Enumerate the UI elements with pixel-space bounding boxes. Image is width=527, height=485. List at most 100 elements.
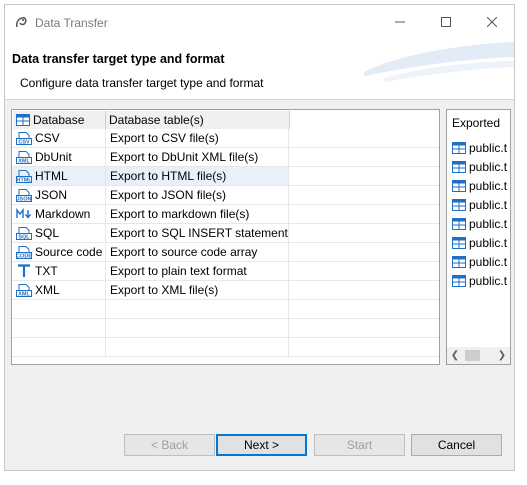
exported-item[interactable]: public.t xyxy=(452,233,507,252)
exported-item[interactable]: public.t xyxy=(452,195,507,214)
exported-item[interactable]: public.t xyxy=(452,252,507,271)
format-description[interactable]: Export to SQL INSERT statements xyxy=(106,224,289,243)
table-row[interactable]: SQL SQL Export to SQL INSERT statements xyxy=(12,224,439,243)
format-description[interactable]: Export to DbUnit XML file(s) xyxy=(106,148,289,167)
exported-item[interactable]: public.t xyxy=(452,176,507,195)
exported-item-label: public.t xyxy=(469,273,508,288)
format-name-cell[interactable]: XML XML xyxy=(12,281,106,300)
table-row[interactable]: JSON JSON Export to JSON file(s) xyxy=(12,186,439,205)
exported-item[interactable]: public.t xyxy=(452,157,507,176)
table-row[interactable]: CODE Source code Export to source code arr… xyxy=(12,243,439,262)
table-icon xyxy=(452,255,466,268)
table-row[interactable]: TXT Export to plain text format xyxy=(12,262,439,281)
format-description[interactable]: Export to plain text format xyxy=(106,262,289,281)
format-description[interactable]: Export to source code array xyxy=(106,243,289,262)
back-button[interactable]: < Back xyxy=(124,434,215,456)
window-title: Data Transfer xyxy=(35,16,108,30)
start-button[interactable]: Start xyxy=(314,434,405,456)
page-subtitle: Configure data transfer target type and … xyxy=(20,76,264,90)
format-description[interactable]: Export to HTML file(s) xyxy=(106,167,289,186)
maximize-button[interactable] xyxy=(431,11,461,33)
table-row[interactable]: Markdown Export to markdown file(s) xyxy=(12,205,439,224)
next-button[interactable]: Next > xyxy=(216,434,307,456)
table-icon xyxy=(452,274,466,287)
format-name-cell[interactable]: TXT xyxy=(12,262,106,281)
exported-item-label: public.t xyxy=(469,216,508,231)
sql-icon: SQL xyxy=(16,226,32,240)
empty-cell xyxy=(289,167,439,186)
format-name: Markdown xyxy=(35,206,91,221)
table-icon xyxy=(452,236,466,249)
table-row[interactable]: HTML HTML Export to HTML file(s) xyxy=(12,167,439,186)
format-name-cell[interactable]: CODE Source code xyxy=(12,243,106,262)
exported-panel: Exported public.t public.t public.t public.… xyxy=(446,109,511,365)
empty-cell xyxy=(289,281,439,300)
format-description[interactable]: Export to markdown file(s) xyxy=(106,205,289,224)
table-row[interactable]: XML DbUnit Export to DbUnit XML file(s) xyxy=(12,148,439,167)
minimize-button[interactable] xyxy=(385,11,415,33)
table-icon xyxy=(452,141,466,154)
table-icon xyxy=(452,217,466,230)
format-name-cell[interactable]: SQL SQL xyxy=(12,224,106,243)
format-name-cell[interactable]: CSV CSV xyxy=(12,129,106,148)
svg-text:JSON: JSON xyxy=(17,197,32,202)
table-icon xyxy=(452,198,466,211)
format-description[interactable]: Export to XML file(s) xyxy=(106,281,289,300)
empty-cell xyxy=(289,224,439,243)
table-header: Database Database table(s) xyxy=(12,110,439,129)
column-header-database[interactable]: Database xyxy=(13,111,106,129)
table-row[interactable]: XML XML Export to XML file(s) xyxy=(12,281,439,300)
exported-item-label: public.t xyxy=(469,159,508,174)
empty-cell xyxy=(289,148,439,167)
empty-row xyxy=(12,300,439,319)
horizontal-scrollbar[interactable]: ❮ ❯ xyxy=(447,347,510,364)
csv-icon: CSV xyxy=(16,131,32,145)
format-name: XML xyxy=(35,282,60,297)
exported-item[interactable]: public.t xyxy=(452,138,507,157)
svg-text:HTML: HTML xyxy=(16,178,32,183)
maximize-icon xyxy=(441,17,451,27)
scroll-left-button[interactable]: ❮ xyxy=(447,347,463,364)
code-icon: CODE xyxy=(16,245,32,259)
xml-icon: XML xyxy=(16,150,32,164)
title-bar: Data Transfer xyxy=(5,5,514,40)
svg-text:XML: XML xyxy=(18,292,30,297)
format-name: DbUnit xyxy=(35,149,72,164)
chevron-right-icon: ❯ xyxy=(497,350,507,361)
format-name-cell[interactable]: Markdown xyxy=(12,205,106,224)
format-name: CSV xyxy=(35,130,60,145)
format-description[interactable]: Export to JSON file(s) xyxy=(106,186,289,205)
minimize-icon xyxy=(395,21,405,23)
exported-item-label: public.t xyxy=(469,235,508,250)
exported-header: Exported xyxy=(452,116,501,130)
svg-text:CSV: CSV xyxy=(18,140,30,145)
scroll-right-button[interactable]: ❯ xyxy=(494,347,510,364)
exported-item-label: public.t xyxy=(469,197,508,212)
format-name-cell[interactable]: XML DbUnit xyxy=(12,148,106,167)
exported-item[interactable]: public.t xyxy=(452,271,507,290)
svg-text:XML: XML xyxy=(18,159,30,164)
scrollbar-thumb[interactable] xyxy=(465,350,480,361)
column-header-tables[interactable]: Database table(s) xyxy=(106,111,290,129)
html-icon: HTML xyxy=(16,169,32,183)
format-name: SQL xyxy=(35,225,60,240)
close-button[interactable] xyxy=(477,11,507,33)
page-title: Data transfer target type and format xyxy=(12,52,225,66)
data-transfer-window: Data Transfer Data transfer target type … xyxy=(4,4,515,471)
wizard-header: Data transfer target type and format Con… xyxy=(5,40,514,100)
cancel-button[interactable]: Cancel xyxy=(411,434,502,456)
header-decoration xyxy=(364,41,514,82)
format-description[interactable]: Export to CSV file(s) xyxy=(106,129,289,148)
xml-icon: XML xyxy=(16,283,32,297)
chevron-left-icon: ❮ xyxy=(450,350,460,361)
exported-item[interactable]: public.t xyxy=(452,214,507,233)
table-icon xyxy=(452,179,466,192)
empty-cell xyxy=(289,129,439,148)
markdown-icon xyxy=(16,207,32,221)
table-row[interactable]: CSV CSV Export to CSV file(s) xyxy=(12,129,439,148)
format-name-cell[interactable]: HTML HTML xyxy=(12,167,106,186)
json-icon: JSON xyxy=(16,188,32,202)
empty-cell xyxy=(289,186,439,205)
empty-row xyxy=(12,338,439,357)
format-name-cell[interactable]: JSON JSON xyxy=(12,186,106,205)
